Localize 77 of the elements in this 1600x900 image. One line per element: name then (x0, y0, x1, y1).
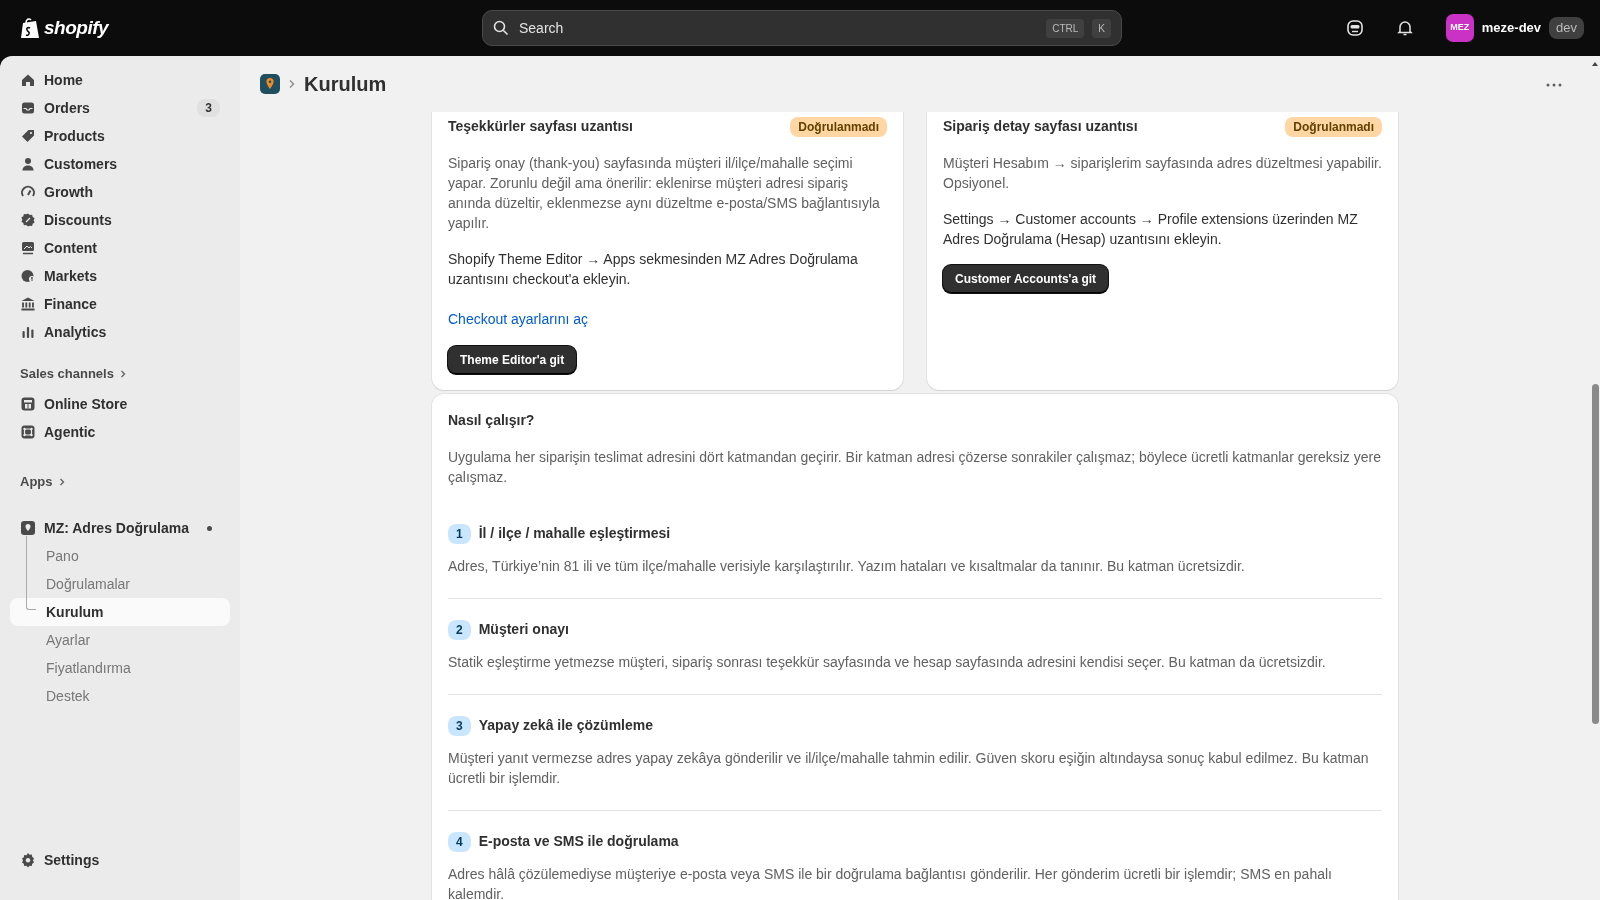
card-title: Nasıl çalışır? (448, 411, 536, 430)
more-icon (1546, 82, 1562, 87)
count-badge: 3 (197, 99, 220, 117)
action-button[interactable]: Theme Editor'a git (448, 346, 577, 374)
bar-chart-icon (20, 324, 36, 340)
settings-link[interactable]: Checkout ayarlarını aç (448, 309, 589, 330)
globe-icon (20, 268, 36, 284)
app-logo-icon (260, 74, 280, 94)
settings-icon (20, 852, 36, 868)
search-field[interactable]: Search (517, 16, 1039, 40)
settings-link[interactable]: Settings (10, 846, 230, 874)
store-badge: dev (1549, 17, 1584, 39)
step-title: İl / ilçe / mahalle eşleştirmesi (478, 524, 671, 543)
sidebar-item[interactable]: Content (10, 234, 230, 262)
sidebar-item[interactable]: Analytics (10, 318, 230, 346)
app-logo-icon (20, 520, 36, 536)
dot-icon (207, 525, 212, 531)
sidebar-item[interactable]: MZ: Adres Doğrulama (10, 514, 230, 542)
storefront-icon (20, 396, 36, 412)
page-title: Kurulum (304, 72, 387, 97)
step-text: Adres hâlâ çözülemediyse müşteriye e-posta veya SMS ile bir doğrulama bağlantısı gönderilir. Her gönderim ücretli bir işlemdir; SMS en pahalı kalemdir. (448, 865, 1333, 900)
notification-icon (1395, 19, 1414, 37)
scroll-up-icon[interactable] (1591, 60, 1599, 68)
step-text: Müşteri yanıt vermezse adres yapay zekâya gönderilir ve il/ilçe/mahalle tahmin edilir. Güven skoru eşiğin altındaysa sonuç kabul edilmez. Bu katman ücretli bir işlemdir. (448, 749, 1370, 788)
action-button[interactable]: Customer Accounts'a git (943, 265, 1109, 293)
shortcut-key: CTRL (1046, 18, 1085, 38)
store-name: meze-dev (1481, 19, 1542, 38)
card-text: Uygulama her siparişin teslimat adresini dört katmandan geçirir. Bir katman adresi çözerse sonrakiler çalışmaz; böylece ücretli katmanlar gereksiz yere çalışmaz. (448, 448, 1382, 487)
monitor-icon (20, 240, 36, 256)
step-number: 4 (448, 831, 471, 852)
step-text: Adres, Türkiye’nin 81 ili ve tüm ilçe/mahalle verisiyle karşılaştırılır. Yazım hataları ve kısaltmalar da tanınır. Bu katman ücretsizdir. (448, 557, 1246, 576)
status-badge: Doğrulanmadı (1285, 116, 1382, 137)
sidebar-item[interactable]: Markets (10, 262, 230, 290)
sidebar-item[interactable]: Agentic (10, 418, 230, 446)
sidebar-subitem[interactable]: Fiyatlandırma (10, 654, 230, 682)
sidebar-item[interactable]: Online Store (10, 390, 230, 418)
shopping-bag-icon (20, 16, 40, 40)
status-badge: Doğrulanmadı (790, 116, 887, 137)
step-text: Statik eşleştirme yetmezse müşteri, sipariş sonrası teşekkür sayfasında ve hesap sayfasında adresini kendisi seçer. Bu katman da ücretsizdir. (448, 653, 1327, 672)
step-number: 1 (448, 523, 471, 544)
card-title: Teşekkürler sayfası uzantısı (448, 117, 633, 136)
step-title: Yapay zekâ ile çözümleme (478, 716, 653, 735)
step-number: 3 (448, 715, 471, 736)
card-text: Sipariş onay (thank-you) sayfasında müşteri il/ilçe/mahalle seçimi yapar. Zorunlu değil ama önerilir: eklenirse müşteri adresi sipariş anında düzeltir, eklenmezse aynı düzeltme e-posta/SMS bağlantısıyla yapılır. (448, 154, 881, 233)
avatar[interactable]: MEZ (1445, 14, 1474, 42)
step-title: Müşteri onayı (478, 620, 569, 639)
sidebar-item[interactable]: Home (10, 66, 230, 94)
bank-icon (20, 296, 36, 312)
card-text: Müşteri Hesabım → siparişlerim sayfasında adres düzeltmesi yapabilir. Opsiyonel. (943, 154, 1382, 193)
card-text: Shopify Theme Editor → Apps sekmesinden MZ Adres Doğrulama uzantısını checkout'a ekleyin. (448, 250, 859, 289)
person-icon (20, 156, 36, 172)
sidebar-subitem[interactable]: Pano (10, 542, 230, 570)
sidebar-item[interactable]: Customers (10, 150, 230, 178)
sidebar-subitem[interactable]: Destek (10, 682, 230, 710)
chevron-right-icon (288, 79, 296, 89)
sidebar-item[interactable]: Discounts (10, 206, 230, 234)
section-heading: Sales channels (20, 365, 114, 384)
home-icon (20, 72, 36, 88)
sidebar-item[interactable]: Orders 3 (10, 94, 230, 122)
logo-text: shopify (44, 15, 109, 40)
sidebar-subitem[interactable]: Ayarlar (10, 626, 230, 654)
search-bar[interactable]: Search CTRL K (482, 10, 1122, 46)
sidebar-item[interactable]: Products (10, 122, 230, 150)
search-icon (493, 20, 509, 36)
shortcut-key: K (1092, 18, 1111, 38)
step-number: 2 (448, 619, 471, 640)
sidebar-subitem[interactable]: Doğrulamalar (10, 570, 230, 598)
step-title: E-posta ve SMS ile doğrulama (478, 832, 679, 851)
inbox-icon (20, 100, 36, 116)
sidebar-item[interactable]: Finance (10, 290, 230, 318)
discount-icon (20, 212, 36, 228)
tag-icon (20, 128, 36, 144)
card-title: Sipariş detay sayfası uzantısı (943, 117, 1138, 136)
card-text: Settings → Customer accounts → Profile extensions üzerinden MZ Adres Doğrulama (Hesap) uzantısını ekleyin. (943, 210, 1359, 249)
section-heading: Apps (20, 473, 53, 492)
agent-icon (20, 424, 36, 440)
sidebar-item[interactable]: Growth (10, 178, 230, 206)
